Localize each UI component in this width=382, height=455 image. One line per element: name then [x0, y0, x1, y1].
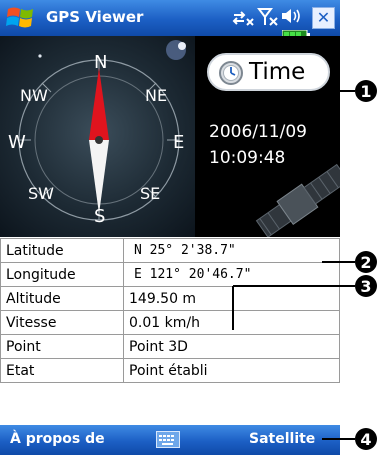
callout-4: 4	[322, 428, 377, 450]
callout-number: 3	[360, 277, 371, 296]
callout-3: 3	[232, 275, 377, 330]
callout-overlay: 1 2 3 4	[232, 80, 377, 450]
callout-number: 1	[360, 82, 371, 101]
callout-2: 2	[322, 251, 377, 273]
callout-number: 4	[360, 430, 371, 449]
callout-1: 1	[334, 80, 377, 102]
callout-number: 2	[360, 253, 371, 272]
